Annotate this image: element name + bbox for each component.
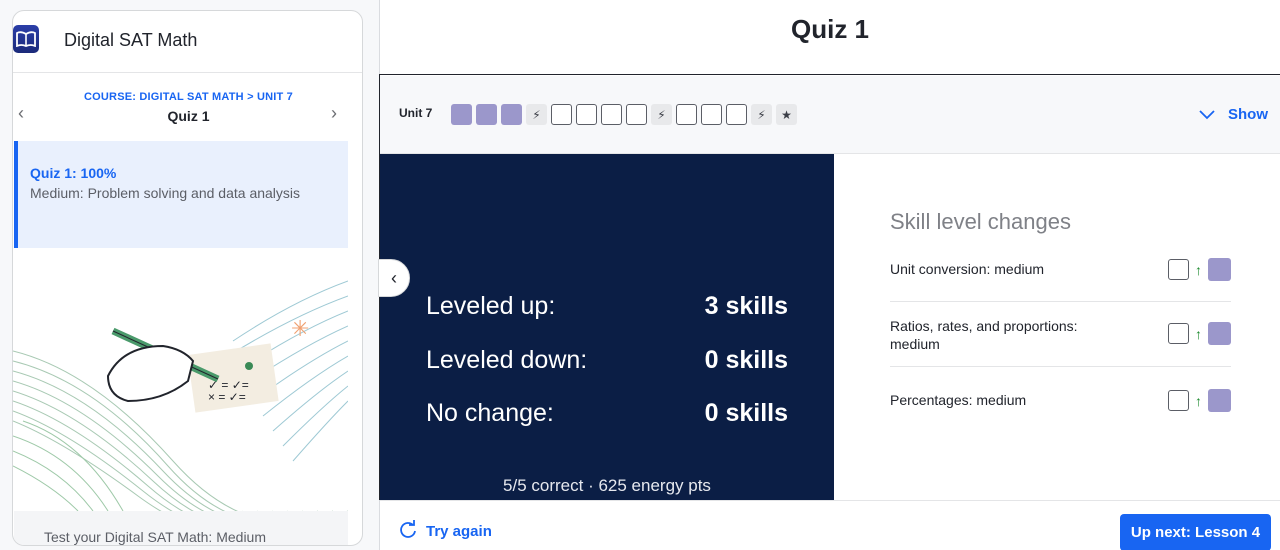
sidebar-background: Digital SAT Math ‹ COURSE: DIGITAL SAT M… xyxy=(0,0,380,550)
previous-level-box xyxy=(1168,390,1189,411)
arrow-up-icon: ↑ xyxy=(1195,261,1202,278)
chevron-left-icon: ‹ xyxy=(391,267,397,288)
skill-change-indicator: ↑ xyxy=(1168,258,1231,281)
unit-label: Unit 7 xyxy=(399,106,433,120)
next-chevron-icon[interactable]: › xyxy=(331,104,345,122)
no-change-value: 0 skills xyxy=(704,399,788,427)
results-panel: Leveled up: 3 skills Leveled down: 0 ski… xyxy=(380,154,834,500)
try-again-button[interactable]: Try again xyxy=(398,520,492,540)
show-button[interactable]: Show xyxy=(1199,106,1268,123)
try-again-label: Try again xyxy=(426,523,492,540)
mastered-exercise-box[interactable] xyxy=(501,104,522,125)
quiz-lightning-icon[interactable]: ⚡ xyxy=(526,104,547,125)
skill-change-indicator: ↑ xyxy=(1168,389,1231,412)
sidebar-item-title: Quiz 1: 100% xyxy=(30,165,117,181)
chevron-down-icon xyxy=(1199,110,1215,120)
leveled-up-value: 3 skills xyxy=(704,292,788,320)
quiz-illustration: ✓ = ✓= × = ✓= ✳ xyxy=(13,280,348,511)
arrow-up-icon: ↑ xyxy=(1195,325,1202,342)
divider xyxy=(890,301,1231,302)
leveled-down-value: 0 skills xyxy=(704,346,788,374)
skills-heading: Skill level changes xyxy=(890,209,1071,234)
skill-row: Ratios, rates, and proportions: medium ↑ xyxy=(890,317,1231,353)
up-next-label: Up next: Lesson 4 xyxy=(1130,524,1261,541)
page-title: Quiz 1 xyxy=(790,14,869,44)
unit-test-star-icon[interactable]: ★ xyxy=(776,104,797,125)
retry-icon xyxy=(400,520,416,538)
exercise-box[interactable] xyxy=(726,104,747,125)
course-sidebar: Digital SAT Math ‹ COURSE: DIGITAL SAT M… xyxy=(12,10,363,546)
sidebar-item-quiz-1[interactable]: Quiz 1: 100% Medium: Problem solving and… xyxy=(14,141,348,248)
exercise-box[interactable] xyxy=(576,104,597,125)
score-summary: 5/5 correct · 625 energy pts xyxy=(503,476,711,495)
breadcrumb-nav: ‹ COURSE: DIGITAL SAT MATH > UNIT 7 Quiz… xyxy=(13,73,362,141)
skill-changes-panel: Skill level changes Unit conversion: med… xyxy=(834,154,1280,500)
sidebar-item-subtitle: Medium: Problem solving and data analysi… xyxy=(30,185,301,201)
mastered-exercise-box[interactable] xyxy=(476,104,497,125)
skill-row: Percentages: medium ↑ xyxy=(890,389,1231,412)
previous-level-box xyxy=(1168,323,1189,344)
exercise-box[interactable] xyxy=(551,104,572,125)
progress-boxes: ⚡ ⚡ ⚡ ★ xyxy=(451,104,797,125)
bottom-action-bar: Try again Up next: Lesson 4 xyxy=(380,500,1280,550)
new-level-box xyxy=(1208,389,1231,412)
skill-name: Ratios, rates, and proportions: medium xyxy=(890,318,1078,352)
previous-level-box xyxy=(1168,259,1189,280)
sidebar-footer-item[interactable]: Test your Digital SAT Math: Medium xyxy=(14,511,348,545)
breadcrumb[interactable]: COURSE: DIGITAL SAT MATH > UNIT 7 xyxy=(13,91,362,103)
quiz-lightning-icon[interactable]: ⚡ xyxy=(751,104,772,125)
breadcrumb-current: Quiz 1 xyxy=(167,108,210,124)
skill-name: Percentages: medium xyxy=(890,392,1027,408)
up-next-button[interactable]: Up next: Lesson 4 xyxy=(1120,514,1271,550)
unit-progress-bar: Unit 7 ⚡ ⚡ ⚡ ★ Show xyxy=(380,76,1280,154)
show-label: Show xyxy=(1228,106,1268,123)
sidebar-footer-text: Test your Digital SAT Math: Medium xyxy=(44,529,267,545)
svg-text:× = ✓=: × = ✓= xyxy=(208,390,246,404)
new-level-box xyxy=(1208,322,1231,345)
mastered-exercise-box[interactable] xyxy=(451,104,472,125)
exercise-box[interactable] xyxy=(676,104,697,125)
leveled-down-label: Leveled down: xyxy=(426,346,588,374)
leveled-up-label: Leveled up: xyxy=(426,292,556,320)
skill-row: Unit conversion: medium ↑ xyxy=(890,258,1231,281)
skill-change-indicator: ↑ xyxy=(1168,322,1231,345)
course-title[interactable]: Digital SAT Math xyxy=(64,30,197,51)
exercise-box[interactable] xyxy=(601,104,622,125)
sidebar-header: Digital SAT Math xyxy=(13,11,362,73)
arrow-up-icon: ↑ xyxy=(1195,392,1202,409)
svg-text:✳: ✳ xyxy=(291,316,309,341)
divider xyxy=(890,366,1231,367)
new-level-box xyxy=(1208,258,1231,281)
quiz-lightning-icon[interactable]: ⚡ xyxy=(651,104,672,125)
course-logo-icon xyxy=(13,25,39,53)
exercise-box[interactable] xyxy=(701,104,722,125)
skill-name: Unit conversion: medium xyxy=(890,261,1045,277)
no-change-label: No change: xyxy=(426,399,554,427)
exercise-box[interactable] xyxy=(626,104,647,125)
